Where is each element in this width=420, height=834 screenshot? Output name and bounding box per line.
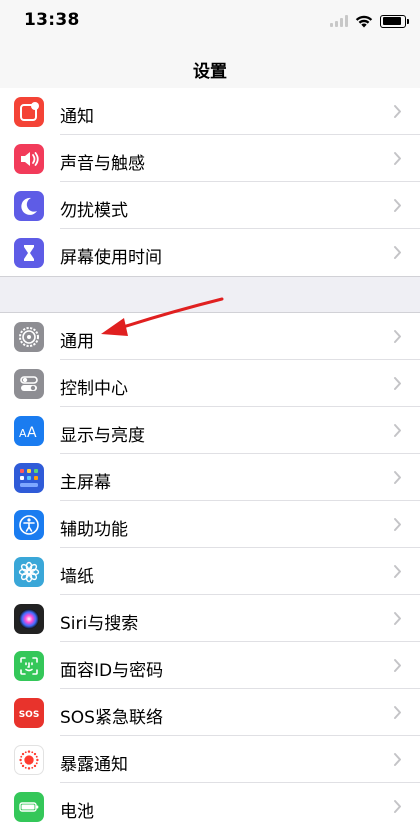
signal-icon — [330, 15, 348, 27]
notifications-icon — [14, 97, 44, 127]
page-title: 设置 — [193, 62, 227, 82]
settings-item-control-center[interactable]: 控制中心 — [0, 360, 420, 407]
chevron-right-icon — [394, 424, 401, 437]
chevron-right-icon — [394, 518, 401, 531]
settings-item-siri-search[interactable]: Siri与搜索 — [0, 595, 420, 642]
chevron-right-icon — [394, 199, 401, 212]
settings-item-label: 墙纸 — [60, 567, 94, 587]
chevron-right-icon — [394, 565, 401, 578]
battery-status-icon — [380, 14, 409, 28]
exposure-icon — [14, 745, 44, 775]
settings-item-label: 显示与亮度 — [60, 426, 145, 446]
settings-item-do-not-disturb[interactable]: 勿扰模式 — [0, 182, 420, 229]
settings-item-label: Siri与搜索 — [60, 614, 139, 634]
settings-item-label: 通用 — [60, 332, 94, 352]
gear-icon — [14, 322, 44, 352]
settings-group-1: 通知 声音与触感 勿扰模式 屏幕使用时间 — [0, 88, 420, 277]
chevron-right-icon — [394, 800, 401, 813]
settings-item-label: 屏幕使用时间 — [60, 248, 162, 268]
chevron-right-icon — [394, 659, 401, 672]
battery-icon — [14, 792, 44, 822]
chevron-right-icon — [394, 706, 401, 719]
hourglass-icon — [14, 238, 44, 268]
settings-item-label: 电池 — [60, 802, 94, 822]
chevron-right-icon — [394, 612, 401, 625]
settings-item-display-brightness[interactable]: A A 显示与亮度 — [0, 407, 420, 454]
wallpaper-flower-icon — [14, 557, 44, 587]
settings-item-label: SOS紧急联络 — [60, 708, 163, 728]
svg-text:A: A — [19, 427, 27, 440]
chevron-right-icon — [394, 753, 401, 766]
face-id-icon — [14, 651, 44, 681]
settings-item-label: 暴露通知 — [60, 755, 128, 775]
home-screen-icon — [14, 463, 44, 493]
settings-item-sounds[interactable]: 声音与触感 — [0, 135, 420, 182]
accessibility-icon — [14, 510, 44, 540]
settings-item-label: 通知 — [60, 107, 94, 127]
chevron-right-icon — [394, 152, 401, 165]
chevron-right-icon — [394, 377, 401, 390]
settings-item-wallpaper[interactable]: 墙纸 — [0, 548, 420, 595]
chevron-right-icon — [394, 471, 401, 484]
svg-text:A: A — [27, 425, 37, 441]
sounds-icon — [14, 144, 44, 174]
settings-item-screen-time[interactable]: 屏幕使用时间 — [0, 229, 420, 276]
settings-item-face-id-passcode[interactable]: 面容ID与密码 — [0, 642, 420, 689]
settings-item-home-screen[interactable]: 主屏幕 — [0, 454, 420, 501]
settings-item-emergency-sos[interactable]: SOS SOS紧急联络 — [0, 689, 420, 736]
status-time: 13:38 — [24, 10, 80, 30]
moon-icon — [14, 191, 44, 221]
sos-icon: SOS — [14, 698, 44, 728]
settings-item-battery[interactable]: 电池 — [0, 783, 420, 830]
nav-bar: 设置 — [0, 42, 420, 89]
settings-item-general[interactable]: 通用 — [0, 313, 420, 360]
wifi-icon — [355, 15, 373, 28]
settings-item-label: 面容ID与密码 — [60, 661, 164, 681]
settings-group-2: 通用 控制中心 A A 显示与亮度 主屏幕 辅助功能 墙纸 Siri与搜索 面容… — [0, 312, 420, 834]
settings-item-accessibility[interactable]: 辅助功能 — [0, 501, 420, 548]
status-icons — [330, 12, 409, 30]
settings-item-exposure-notifications[interactable]: 暴露通知 — [0, 736, 420, 783]
svg-text:SOS: SOS — [19, 710, 40, 720]
toggles-icon — [14, 369, 44, 399]
display-aa-icon: A A — [14, 416, 44, 446]
settings-item-label: 辅助功能 — [60, 520, 128, 540]
status-bar: 13:38 — [0, 0, 420, 42]
settings-item-label: 声音与触感 — [60, 154, 145, 174]
siri-icon — [14, 604, 44, 634]
settings-item-notifications[interactable]: 通知 — [0, 88, 420, 135]
chevron-right-icon — [394, 105, 401, 118]
chevron-right-icon — [394, 246, 401, 259]
settings-item-label: 勿扰模式 — [60, 201, 128, 221]
settings-item-label: 主屏幕 — [60, 473, 111, 493]
settings-item-label: 控制中心 — [60, 379, 128, 399]
chevron-right-icon — [394, 330, 401, 343]
